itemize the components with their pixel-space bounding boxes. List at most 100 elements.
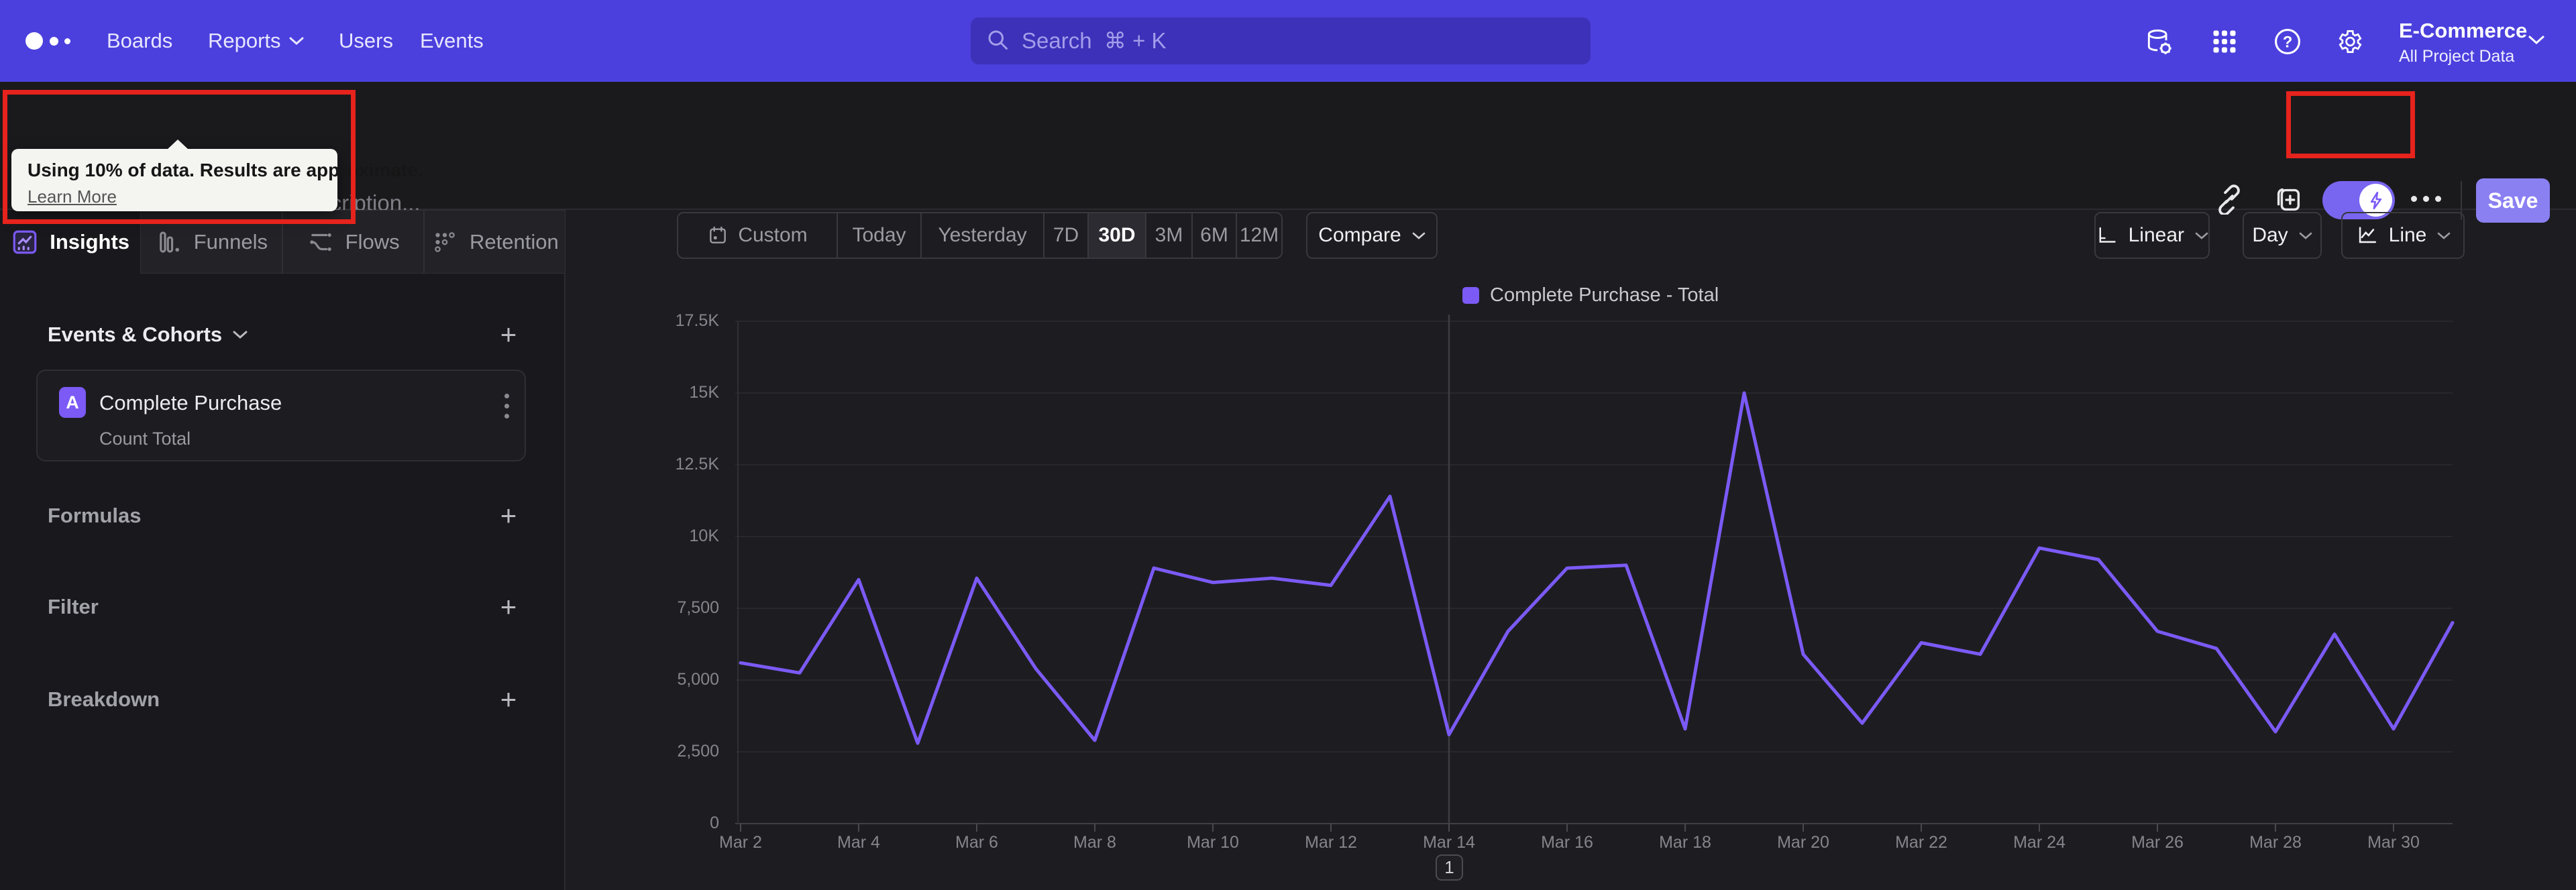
report-tabs: Insights Funnels Flows Retention xyxy=(0,210,566,274)
tooltip-arrow xyxy=(167,140,189,150)
chart-legend[interactable]: Complete Purchase - Total xyxy=(1462,284,1719,307)
settings-gear-icon[interactable] xyxy=(2334,27,2364,56)
nav-item-users[interactable]: Users xyxy=(339,0,393,82)
range-12m[interactable]: 12M xyxy=(1237,213,1281,258)
legend-swatch xyxy=(1462,287,1479,304)
nav-item-label: Users xyxy=(339,29,393,52)
search-input[interactable] xyxy=(1022,28,1576,54)
linear-scale-icon xyxy=(2099,227,2116,243)
report-header: Untitled Sampled + Add description... Sa xyxy=(0,82,2576,223)
nav-item-events[interactable]: Events xyxy=(420,0,484,82)
nav-item-reports[interactable]: Reports xyxy=(208,0,304,82)
x-axis-label: Mar 26 xyxy=(2131,833,2184,852)
x-axis-label: Mar 24 xyxy=(2013,833,2065,852)
events-cohorts-header[interactable]: Events & Cohorts xyxy=(48,323,248,347)
x-axis-label: Mar 8 xyxy=(1073,833,1116,852)
search-icon xyxy=(985,27,1010,55)
range-3m[interactable]: 3M xyxy=(1146,213,1193,258)
annotation-marker-1[interactable]: 1 xyxy=(1436,854,1463,881)
nav-item-boards[interactable]: Boards xyxy=(107,0,172,82)
chevron-down-icon xyxy=(233,331,248,339)
add-breakdown-button[interactable]: + xyxy=(491,682,526,717)
chart-type-dropdown[interactable]: Line xyxy=(2341,212,2465,259)
x-axis-label: Mar 28 xyxy=(2249,833,2302,852)
chevron-down-icon xyxy=(289,36,304,46)
chevron-down-icon xyxy=(2195,231,2208,240)
y-axis-label: 0 xyxy=(710,814,719,832)
x-axis-label: Mar 12 xyxy=(1305,833,1357,852)
tab-retention[interactable]: Retention xyxy=(423,210,566,274)
breakdown-section-label: Breakdown xyxy=(48,687,160,711)
save-button[interactable]: Save xyxy=(2476,178,2550,223)
copy-link-icon[interactable] xyxy=(2214,184,2246,216)
scale-dropdown[interactable]: Linear xyxy=(2094,212,2210,259)
formulas-section-label: Formulas xyxy=(48,504,142,527)
add-event-button[interactable]: + xyxy=(491,317,526,352)
compare-button[interactable]: Compare xyxy=(1306,212,1438,259)
range-label: Custom xyxy=(738,224,808,246)
add-filter-button[interactable]: + xyxy=(491,590,526,624)
tab-funnels[interactable]: Funnels xyxy=(140,210,282,274)
apps-grid-icon[interactable] xyxy=(2210,27,2239,56)
event-series-badge: A xyxy=(59,387,86,418)
data-management-icon[interactable] xyxy=(2144,27,2174,56)
flows-icon xyxy=(309,233,331,251)
series-line-complete-purchase[interactable] xyxy=(739,391,2455,745)
insights-icon xyxy=(13,230,37,254)
x-axis-label: Mar 14 xyxy=(1423,833,1475,852)
mixpanel-logo-icon[interactable] xyxy=(25,31,86,51)
event-name[interactable]: Complete Purchase xyxy=(99,391,282,415)
range-30d[interactable]: 30D xyxy=(1089,213,1146,258)
query-builder-panel: Insights Funnels Flows Retention Events … xyxy=(0,210,566,890)
range-7d[interactable]: 7D xyxy=(1044,213,1089,258)
svg-text:?: ? xyxy=(2283,33,2293,51)
x-axis-label: Mar 6 xyxy=(955,833,998,852)
x-axis-label: Mar 18 xyxy=(1659,833,1711,852)
y-axis-label: 5,000 xyxy=(677,670,719,689)
add-formula-button[interactable]: + xyxy=(491,498,526,533)
y-axis-label: 17.5K xyxy=(675,311,719,330)
line-chart-icon xyxy=(2359,227,2376,243)
chevron-down-icon xyxy=(1412,231,1426,240)
help-icon[interactable]: ? xyxy=(2273,27,2302,56)
range-custom[interactable]: Custom xyxy=(678,213,838,258)
tab-label: Insights xyxy=(50,229,130,254)
chevron-down-icon xyxy=(2299,231,2312,240)
tab-label: Retention xyxy=(470,229,559,254)
range-label: Today xyxy=(852,224,906,246)
range-6m[interactable]: 6M xyxy=(1193,213,1237,258)
x-axis-label: Mar 30 xyxy=(2367,833,2420,852)
y-axis-label: 15K xyxy=(689,383,719,402)
interval-dropdown[interactable]: Day xyxy=(2243,212,2322,259)
chevron-down-icon[interactable] xyxy=(2528,35,2545,49)
nav-item-label: Events xyxy=(420,29,484,52)
range-today[interactable]: Today xyxy=(838,213,922,258)
x-axis-label: Mar 10 xyxy=(1187,833,1239,852)
global-search[interactable] xyxy=(971,17,1591,64)
filter-section-label: Filter xyxy=(48,595,99,618)
add-to-board-icon[interactable] xyxy=(2273,184,2305,216)
lightning-bolt-icon xyxy=(2370,191,2381,209)
nav-item-label: Reports xyxy=(208,29,281,52)
event-card[interactable]: A Complete Purchase Count Total xyxy=(36,370,526,461)
chevron-down-icon xyxy=(2437,231,2451,240)
more-actions-button[interactable] xyxy=(2411,196,2441,202)
tab-insights[interactable]: Insights xyxy=(0,210,141,274)
y-axis-label: 10K xyxy=(689,526,719,545)
range-label: 6M xyxy=(1200,224,1228,246)
project-name: E-Commerce xyxy=(2399,19,2528,42)
x-axis-label: Mar 4 xyxy=(837,833,880,852)
range-yesterday[interactable]: Yesterday xyxy=(922,213,1044,258)
sampling-tooltip: Using 10% of data. Results are approxima… xyxy=(11,140,423,211)
project-switcher[interactable]: E-Commerce All Project Data xyxy=(2399,19,2527,66)
event-metric[interactable]: Count Total xyxy=(99,429,191,449)
y-axis-label: 2,500 xyxy=(677,742,719,761)
date-range-selector: Custom Today Yesterday 7D 30D 3M 6M 12M xyxy=(677,212,1283,259)
range-label: 12M xyxy=(1239,224,1279,246)
line-chart[interactable] xyxy=(735,305,2459,842)
project-scope: All Project Data xyxy=(2399,47,2515,66)
learn-more-link[interactable]: Learn More xyxy=(28,186,117,207)
calendar-icon xyxy=(710,226,727,243)
tab-flows[interactable]: Flows xyxy=(282,210,424,274)
event-options-kebab[interactable] xyxy=(500,390,513,423)
